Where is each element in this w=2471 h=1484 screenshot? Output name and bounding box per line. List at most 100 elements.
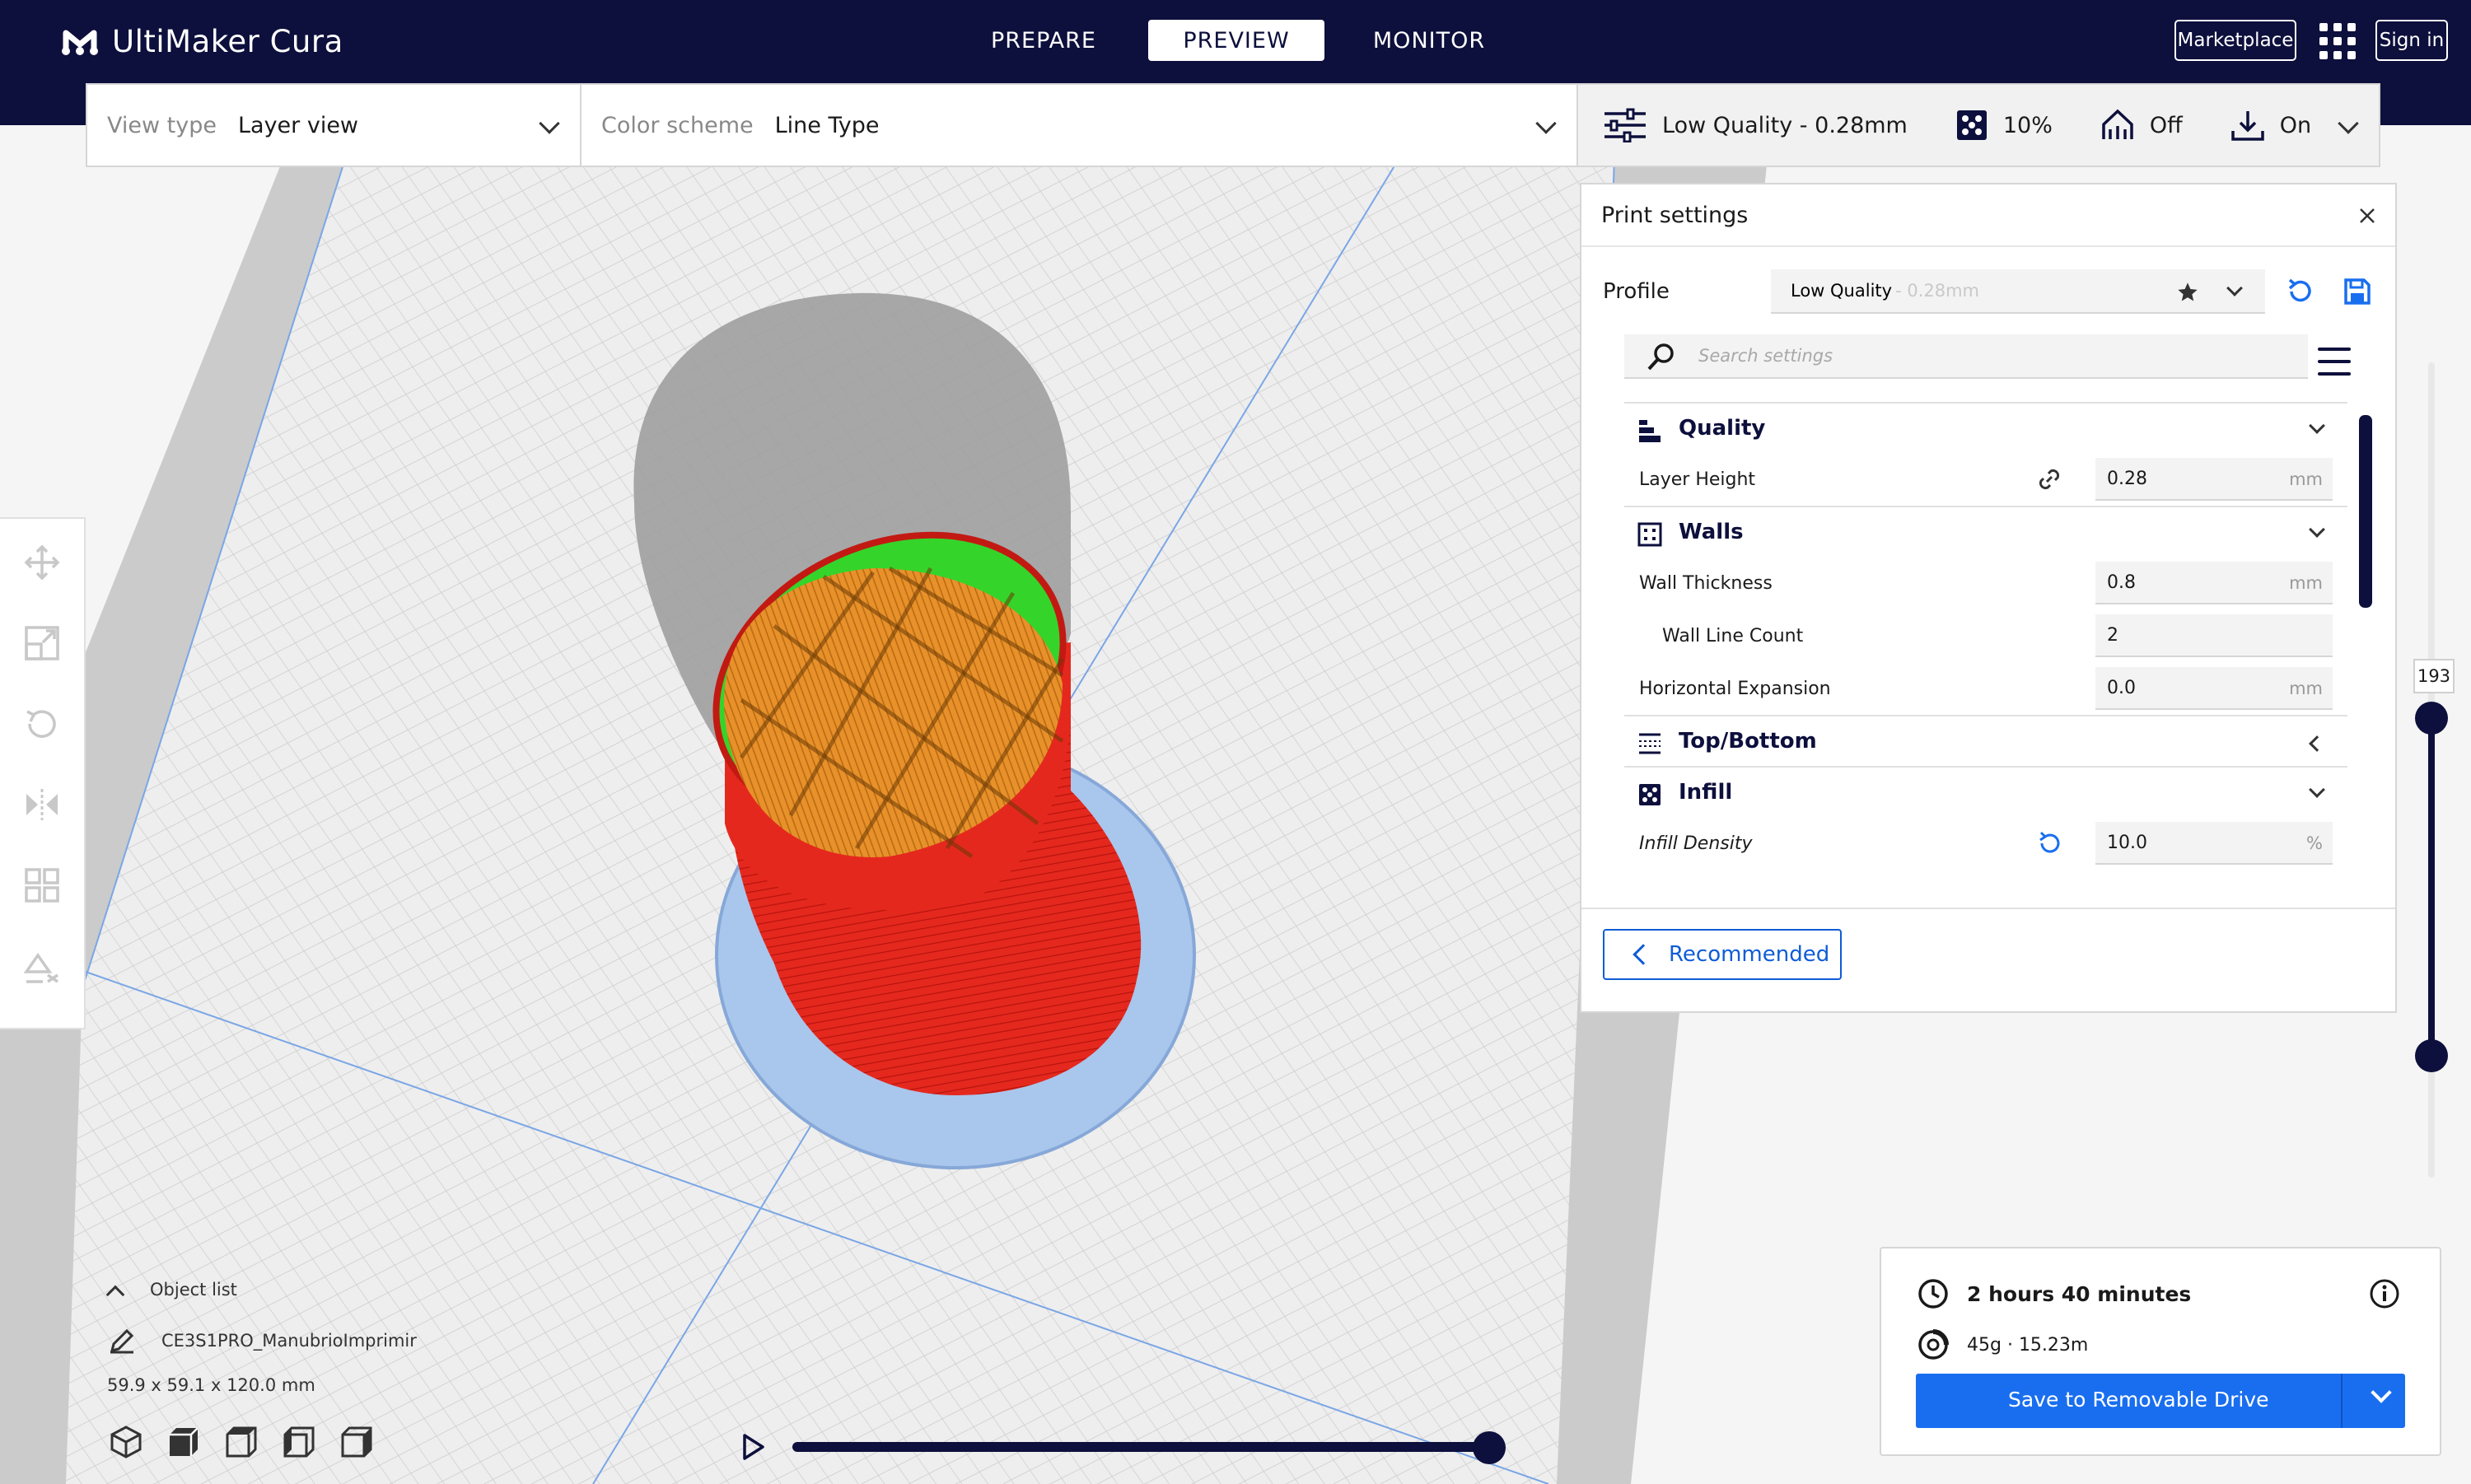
scale-tool-icon[interactable]	[23, 624, 61, 662]
panel-title: Print settings	[1601, 202, 1749, 228]
object-list-header[interactable]: Object list	[150, 1280, 237, 1300]
print-settings-header: Print settings	[1581, 184, 2395, 247]
recommended-label: Recommended	[1669, 942, 1830, 967]
move-tool-icon[interactable]	[23, 544, 61, 581]
horizontal-expansion-input[interactable]: 0.0 mm	[2095, 667, 2333, 710]
quality-summary: Low Quality - 0.28mm	[1603, 108, 1908, 142]
profile-name: Low Quality	[1791, 281, 1893, 301]
play-icon[interactable]	[741, 1433, 766, 1461]
infill-density-input[interactable]: 10.0%	[2095, 822, 2333, 865]
category-quality[interactable]: Quality	[1624, 402, 2347, 453]
settings-menu-icon[interactable]	[2318, 348, 2351, 376]
top-view-icon[interactable]	[224, 1425, 259, 1459]
per-model-settings-icon[interactable]	[23, 866, 61, 904]
profile-select[interactable]: Low Quality - 0.28mm	[1771, 269, 2265, 314]
setting-label: Horizontal Expansion	[1639, 678, 1831, 699]
profile-suffix: - 0.28mm	[1895, 281, 1980, 301]
category-label: Quality	[1679, 416, 1766, 441]
tab-prepare[interactable]: PREPARE	[955, 20, 1132, 61]
setting-label: Infill Density	[1639, 833, 1753, 854]
reset-icon[interactable]	[2036, 830, 2062, 856]
category-label: Walls	[1679, 520, 1744, 544]
category-infill[interactable]: Infill	[1624, 766, 2347, 817]
unit-label: %	[2306, 833, 2323, 853]
walls-icon	[1637, 522, 1662, 547]
layer-height-input[interactable]: 0.28 mm	[2095, 458, 2333, 501]
wall-thickness-input[interactable]: 0.8 mm	[2095, 562, 2333, 604]
layer-number-input[interactable]: 193	[2413, 659, 2455, 693]
category-top-bottom[interactable]: Top/Bottom	[1624, 715, 2347, 766]
color-scheme-select[interactable]: Color scheme Line Type	[582, 85, 1578, 166]
input-value: 0.0	[2107, 677, 2136, 698]
setting-label: Wall Thickness	[1639, 572, 1773, 594]
star-icon[interactable]	[2176, 281, 2199, 304]
chevron-down-icon	[539, 113, 560, 134]
save-profile-icon[interactable]	[2343, 277, 2372, 306]
front-view-icon[interactable]	[166, 1425, 201, 1459]
setting-label: Layer Height	[1639, 469, 1756, 490]
save-to-removable-drive-button[interactable]: Save to Removable Drive	[1916, 1374, 2405, 1428]
chevron-down-icon[interactable]	[2371, 1382, 2392, 1403]
right-view-icon[interactable]	[339, 1425, 374, 1459]
left-view-icon[interactable]	[282, 1425, 316, 1459]
category-walls[interactable]: Walls	[1624, 506, 2347, 557]
support-icon	[2102, 109, 2133, 139]
top-bottom-icon	[1639, 733, 1661, 754]
link-icon[interactable]	[2036, 466, 2062, 492]
chevron-down-icon	[1535, 113, 1557, 134]
support-blocker-icon[interactable]	[23, 947, 61, 985]
quality-value: Low Quality - 0.28mm	[1662, 112, 1908, 138]
stage-tabs: PREPARE PREVIEW MONITOR	[955, 20, 1517, 61]
setting-infill-density: Infill Density 10.0%	[1624, 817, 2347, 870]
mirror-tool-icon[interactable]	[23, 786, 61, 824]
settings-scrollbar[interactable]	[2359, 415, 2372, 608]
search-input[interactable]: Search settings	[1624, 334, 2308, 379]
path-slider-handle[interactable]	[1473, 1431, 1506, 1464]
setting-wall-thickness: Wall Thickness 0.8 mm	[1624, 557, 2347, 609]
profile-label: Profile	[1603, 279, 1670, 304]
3d-view-icon[interactable]	[109, 1425, 143, 1459]
rotate-tool-icon[interactable]	[23, 705, 61, 743]
button-divider	[2341, 1374, 2343, 1428]
print-output-card: 2 hours 40 minutes 45g · 15.23m Save to …	[1880, 1247, 2441, 1456]
unit-label: mm	[2289, 679, 2323, 698]
sliders-icon	[1605, 108, 1646, 142]
reset-icon[interactable]	[2285, 277, 2315, 306]
app-logo: UltiMaker Cura	[59, 21, 343, 61]
tab-monitor[interactable]: MONITOR	[1341, 20, 1517, 61]
view-type-select[interactable]: View type Layer view	[87, 85, 582, 166]
path-slider-track[interactable]	[792, 1442, 1494, 1452]
chevron-down-icon	[2309, 782, 2325, 798]
infill-icon	[1956, 110, 1987, 140]
view-type-value: Layer view	[237, 112, 359, 138]
color-scheme-value: Line Type	[774, 112, 880, 138]
apps-grid-icon[interactable]	[2319, 23, 2356, 59]
app-title: UltiMaker Cura	[112, 23, 343, 59]
info-icon[interactable]	[2369, 1278, 2400, 1309]
tab-preview[interactable]: PREVIEW	[1148, 20, 1324, 61]
clock-icon	[1918, 1279, 1948, 1309]
unit-label: mm	[2289, 469, 2323, 489]
panel-divider	[1581, 908, 2395, 909]
object-name[interactable]: CE3S1PRO_ManubrioImprimir	[161, 1331, 417, 1351]
chevron-down-icon	[2309, 418, 2325, 434]
close-icon[interactable]	[2357, 206, 2377, 226]
print-setup-selector[interactable]: Low Quality - 0.28mm 10% Off On	[1578, 85, 2379, 166]
save-button-label: Save to Removable Drive	[2008, 1388, 2269, 1412]
input-value: 0.28	[2107, 468, 2147, 489]
adhesion-summary: On	[2230, 108, 2311, 142]
setting-layer-height: Layer Height 0.28 mm	[1624, 453, 2347, 506]
setting-label: Wall Line Count	[1662, 625, 1804, 646]
wall-line-count-input[interactable]: 2	[2095, 614, 2333, 657]
layer-slider-range	[2428, 716, 2435, 1056]
search-icon	[1647, 343, 1674, 371]
ultimaker-logo-icon	[62, 30, 98, 55]
view-toolbar: View type Layer view Color scheme Line T…	[86, 83, 2380, 167]
layer-slider-upper-handle[interactable]	[2415, 702, 2448, 735]
recommended-button[interactable]: Recommended	[1603, 929, 1842, 980]
layer-slider-lower-handle[interactable]	[2415, 1039, 2448, 1072]
sign-in-button[interactable]: Sign in	[2375, 20, 2448, 61]
unit-label: mm	[2289, 573, 2323, 593]
pencil-icon[interactable]	[109, 1328, 135, 1354]
marketplace-button[interactable]: Marketplace	[2174, 20, 2296, 61]
